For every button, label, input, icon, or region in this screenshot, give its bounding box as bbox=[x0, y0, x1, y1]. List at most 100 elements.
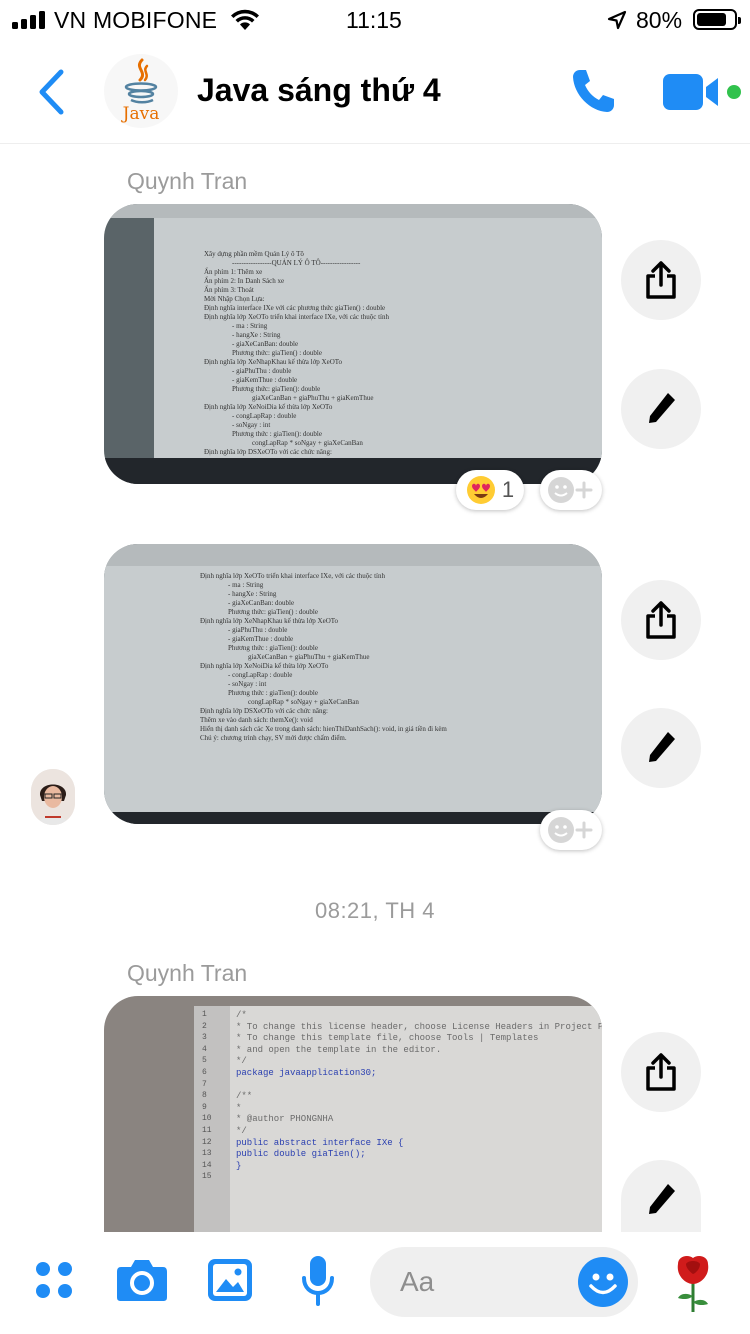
code-line: * To change this license header, choose … bbox=[236, 1021, 602, 1032]
emoji-button[interactable] bbox=[578, 1257, 628, 1307]
add-reaction-button[interactable] bbox=[540, 470, 602, 510]
image-icon bbox=[208, 1259, 252, 1301]
document-text-line: Phương thức: giaTien() : double bbox=[228, 608, 318, 616]
chat-title[interactable]: Java sáng thứ 4 bbox=[197, 72, 441, 109]
code-line: } bbox=[236, 1160, 242, 1171]
heart-eyes-icon bbox=[466, 476, 495, 504]
microphone-icon bbox=[302, 1256, 334, 1306]
document-text-line: Phương thức : giaTien(): double bbox=[228, 644, 318, 652]
edit-button[interactable] bbox=[621, 369, 701, 449]
code-line: public abstract interface IXe { bbox=[236, 1137, 404, 1148]
add-reaction-icon bbox=[548, 477, 593, 503]
share-icon bbox=[646, 1053, 676, 1091]
document-text-line: - congLapRap : double bbox=[232, 412, 297, 420]
code-line: public double giaTien(); bbox=[236, 1149, 366, 1160]
location-arrow-icon bbox=[607, 10, 627, 30]
document-text-line: Phương thức : giaTien(): double bbox=[228, 689, 318, 697]
voice-button[interactable] bbox=[290, 1252, 346, 1308]
battery-icon bbox=[693, 9, 741, 30]
document-text-line: - ma : String bbox=[232, 322, 268, 330]
video-camera-icon bbox=[663, 74, 741, 110]
document-text-line: - giaXeCanBan: double bbox=[228, 599, 295, 607]
gallery-button[interactable] bbox=[202, 1252, 258, 1308]
code-line-number: 3 bbox=[202, 1033, 207, 1043]
code-line-number: 2 bbox=[202, 1021, 207, 1031]
code-line: * bbox=[236, 1102, 242, 1113]
code-line: */ bbox=[236, 1056, 247, 1067]
person-avatar-icon bbox=[31, 769, 75, 825]
code-line-number: 12 bbox=[202, 1137, 212, 1147]
status-bar: VN MOBIFONE 11:15 80% bbox=[0, 0, 750, 40]
code-line-number: 1 bbox=[202, 1010, 207, 1019]
pencil-icon bbox=[649, 1184, 675, 1214]
document-text-line: congLapRap * soNgay + giaXeCanBan bbox=[252, 439, 363, 447]
photo-message[interactable]: 1 /* 2 * To change this license header, ch… bbox=[104, 996, 602, 1232]
document-text-line: Ấn phím 1: Thêm xe bbox=[204, 268, 263, 276]
quick-reaction-button[interactable] bbox=[666, 1252, 720, 1314]
camera-icon bbox=[117, 1260, 167, 1301]
sender-avatar[interactable] bbox=[31, 769, 75, 825]
document-text-line: - giaPhuThu : double bbox=[232, 367, 292, 375]
reaction-count: 1 bbox=[501, 477, 515, 502]
code-line-number: 9 bbox=[202, 1102, 207, 1112]
group-avatar[interactable]: Java bbox=[104, 54, 178, 128]
document-text-line: Định nghĩa lớp XeNoiDia kế thừa lớp XeOT… bbox=[200, 662, 329, 670]
emoji-icon bbox=[589, 1273, 617, 1295]
back-button[interactable] bbox=[30, 62, 76, 122]
pencil-icon bbox=[649, 393, 675, 423]
edit-button[interactable] bbox=[621, 1160, 701, 1232]
share-button[interactable] bbox=[621, 1032, 701, 1112]
document-text-line: Phương thức: giaTien() : double bbox=[232, 349, 322, 357]
document-text-line: Định nghĩa lớp XeOTo triển khai interfac… bbox=[204, 313, 389, 321]
camera-button[interactable] bbox=[114, 1252, 170, 1308]
video-call-button[interactable] bbox=[660, 72, 746, 112]
document-text-line: Phương thức: giaTien(): double bbox=[232, 385, 321, 393]
carrier-name: VN MOBIFONE bbox=[54, 7, 218, 33]
photo-viewer-toolbar bbox=[104, 204, 602, 218]
sender-name: Quynh Tran bbox=[127, 960, 248, 986]
reaction-badge[interactable]: 1 bbox=[456, 470, 524, 510]
document-text-line: - giaXeCanBan: double bbox=[232, 340, 299, 348]
time-separator: 08:21, TH 4 bbox=[314, 898, 436, 923]
code-line-number: 5 bbox=[202, 1056, 207, 1066]
code-line-number: 14 bbox=[202, 1160, 212, 1170]
chevron-left-icon bbox=[39, 69, 64, 115]
photo-message[interactable]: Định nghĩa lớp XeOTo triển khai interfac… bbox=[104, 544, 602, 824]
document-text-line: Định nghĩa lớp XeNhapKhau kế thừa lớp Xe… bbox=[200, 617, 339, 625]
document-page bbox=[104, 566, 602, 812]
document-text-line: Định nghĩa lớp XeNhapKhau kế thừa lớp Xe… bbox=[204, 358, 343, 366]
code-line: /** bbox=[236, 1091, 253, 1102]
call-button[interactable] bbox=[566, 64, 620, 118]
code-line-number: 13 bbox=[202, 1149, 212, 1159]
share-button[interactable] bbox=[621, 240, 701, 320]
document-text-line: Mời Nhập Chọn Lựa: bbox=[204, 295, 265, 303]
photo-message[interactable]: Xây dựng phần mềm Quản Lý ô Tô ----------… bbox=[104, 204, 602, 484]
pencil-icon bbox=[649, 732, 675, 762]
document-text-line: giaXeCanBan + giaPhuThu + giaKemThue bbox=[248, 653, 370, 661]
share-button[interactable] bbox=[621, 580, 701, 660]
rose-icon bbox=[677, 1256, 709, 1312]
code-line-number: 7 bbox=[202, 1079, 207, 1089]
edit-button[interactable] bbox=[621, 708, 701, 788]
code-line-number: 4 bbox=[202, 1044, 207, 1054]
battery-percent: 80% bbox=[636, 7, 683, 33]
share-icon bbox=[646, 261, 676, 299]
document-text-line: Phương thức : giaTien(): double bbox=[232, 430, 322, 438]
document-text-line: - ma : String bbox=[228, 581, 264, 589]
document-text-line: Thêm xe vào danh sách: themXe(): void bbox=[200, 716, 313, 724]
code-line: /* bbox=[236, 1010, 247, 1020]
code-line-number: 15 bbox=[202, 1172, 212, 1182]
wifi-icon bbox=[231, 9, 259, 30]
document-text-line: Định nghĩa lớp XeNoiDia kế thừa lớp XeOT… bbox=[204, 403, 333, 411]
code-line-number: 6 bbox=[202, 1068, 207, 1077]
apps-button[interactable] bbox=[26, 1252, 82, 1308]
windows-taskbar bbox=[104, 458, 602, 484]
photo-viewer-toolbar bbox=[104, 544, 602, 566]
document-text-line: - soNgay : int bbox=[232, 421, 271, 429]
document-text-line: -----------------QUẢN LÝ Ô TÔ-----------… bbox=[232, 259, 361, 267]
phone-icon bbox=[573, 70, 614, 112]
document-text-line: - soNgay : int bbox=[228, 680, 267, 688]
add-reaction-button[interactable] bbox=[540, 810, 602, 850]
document-text-line: Chú ý: chương trình chạy, SV mới được ch… bbox=[200, 734, 347, 742]
share-icon bbox=[646, 601, 676, 639]
